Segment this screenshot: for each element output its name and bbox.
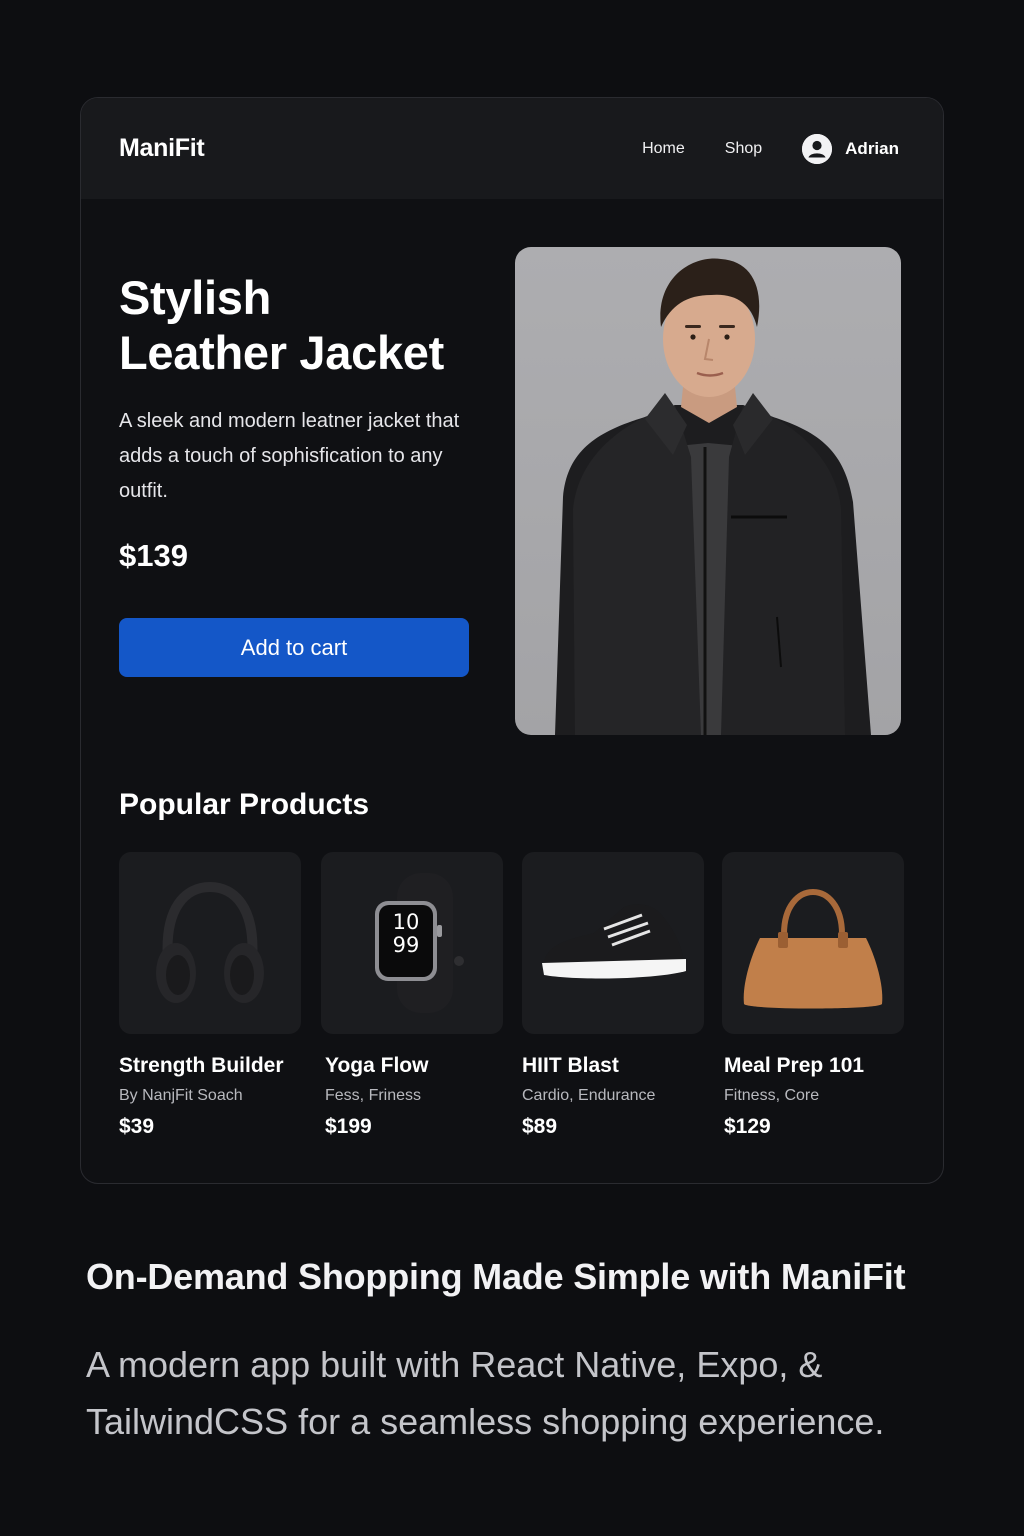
watch-minute: 99: [392, 933, 420, 957]
product-subtitle: Cardio, Endurance: [522, 1087, 656, 1104]
user-avatar-icon: [802, 133, 833, 164]
add-to-cart-button[interactable]: Add to cart: [119, 618, 469, 677]
product-card[interactable]: Strength Builder By NanjFit Soach $39: [119, 852, 301, 1139]
product-name: Meal Prep 101: [724, 1054, 865, 1077]
marketing-description: A modern app built with React Native, Ex…: [86, 1344, 885, 1442]
app-window: ManiFit Home Shop Adrian Stylish Leather…: [80, 97, 944, 1184]
product-card[interactable]: Meal Prep 101 Fitness, Core $129: [722, 852, 904, 1139]
product-price: $199: [325, 1115, 372, 1138]
popular-products-title: Popular Products: [119, 788, 370, 821]
product-subtitle: Fitness, Core: [724, 1087, 820, 1104]
product-name: Strength Builder: [119, 1054, 284, 1077]
hero-product-image: [515, 247, 901, 735]
product-card[interactable]: 10 99 Yoga Flow Fess, Friness $199: [321, 852, 503, 1139]
headphones-icon: [156, 881, 264, 1003]
smartwatch-icon: 10 99: [357, 873, 467, 1013]
watch-hour: 10: [392, 910, 420, 934]
user-menu[interactable]: Adrian: [802, 133, 899, 164]
handbag-icon: [743, 889, 883, 1009]
product-thumbnail[interactable]: [722, 852, 904, 1034]
man-in-leather-jacket-icon: [555, 258, 871, 735]
watch-face-text: 10 99: [379, 911, 433, 957]
product-subtitle: Fess, Friness: [325, 1087, 422, 1104]
marketing-tagline: On-Demand Shopping Made Simple with Mani…: [86, 1256, 906, 1297]
product-name: Yoga Flow: [325, 1054, 429, 1077]
top-nav: ManiFit Home Shop Adrian: [81, 98, 943, 199]
hero-title-line2: Leather Jacket: [119, 326, 444, 379]
product-price: $89: [522, 1115, 558, 1138]
sneaker-icon: [542, 904, 686, 979]
hero-title-line1: Stylish: [119, 271, 272, 324]
product-subtitle: By NanjFit Soach: [119, 1087, 243, 1104]
hero-description: A sleek and modern leatner jacket that a…: [119, 410, 460, 502]
product-thumbnail[interactable]: [522, 852, 704, 1034]
product-name: HIIT Blast: [522, 1054, 619, 1077]
product-thumbnail[interactable]: 10 99: [321, 852, 503, 1034]
nav-links: Home Shop Adrian: [642, 133, 899, 164]
product-price: $39: [119, 1115, 155, 1138]
hero-title: Stylish Leather Jacket: [119, 270, 519, 380]
logo[interactable]: ManiFit: [119, 134, 205, 163]
product-card[interactable]: HIIT Blast Cardio, Endurance $89: [522, 852, 704, 1139]
user-name: Adrian: [845, 138, 899, 158]
nav-home-link[interactable]: Home: [642, 140, 685, 158]
nav-shop-link[interactable]: Shop: [725, 140, 762, 158]
product-price: $129: [724, 1115, 771, 1138]
hero-price: $139: [119, 538, 188, 573]
product-thumbnail[interactable]: [119, 852, 301, 1034]
